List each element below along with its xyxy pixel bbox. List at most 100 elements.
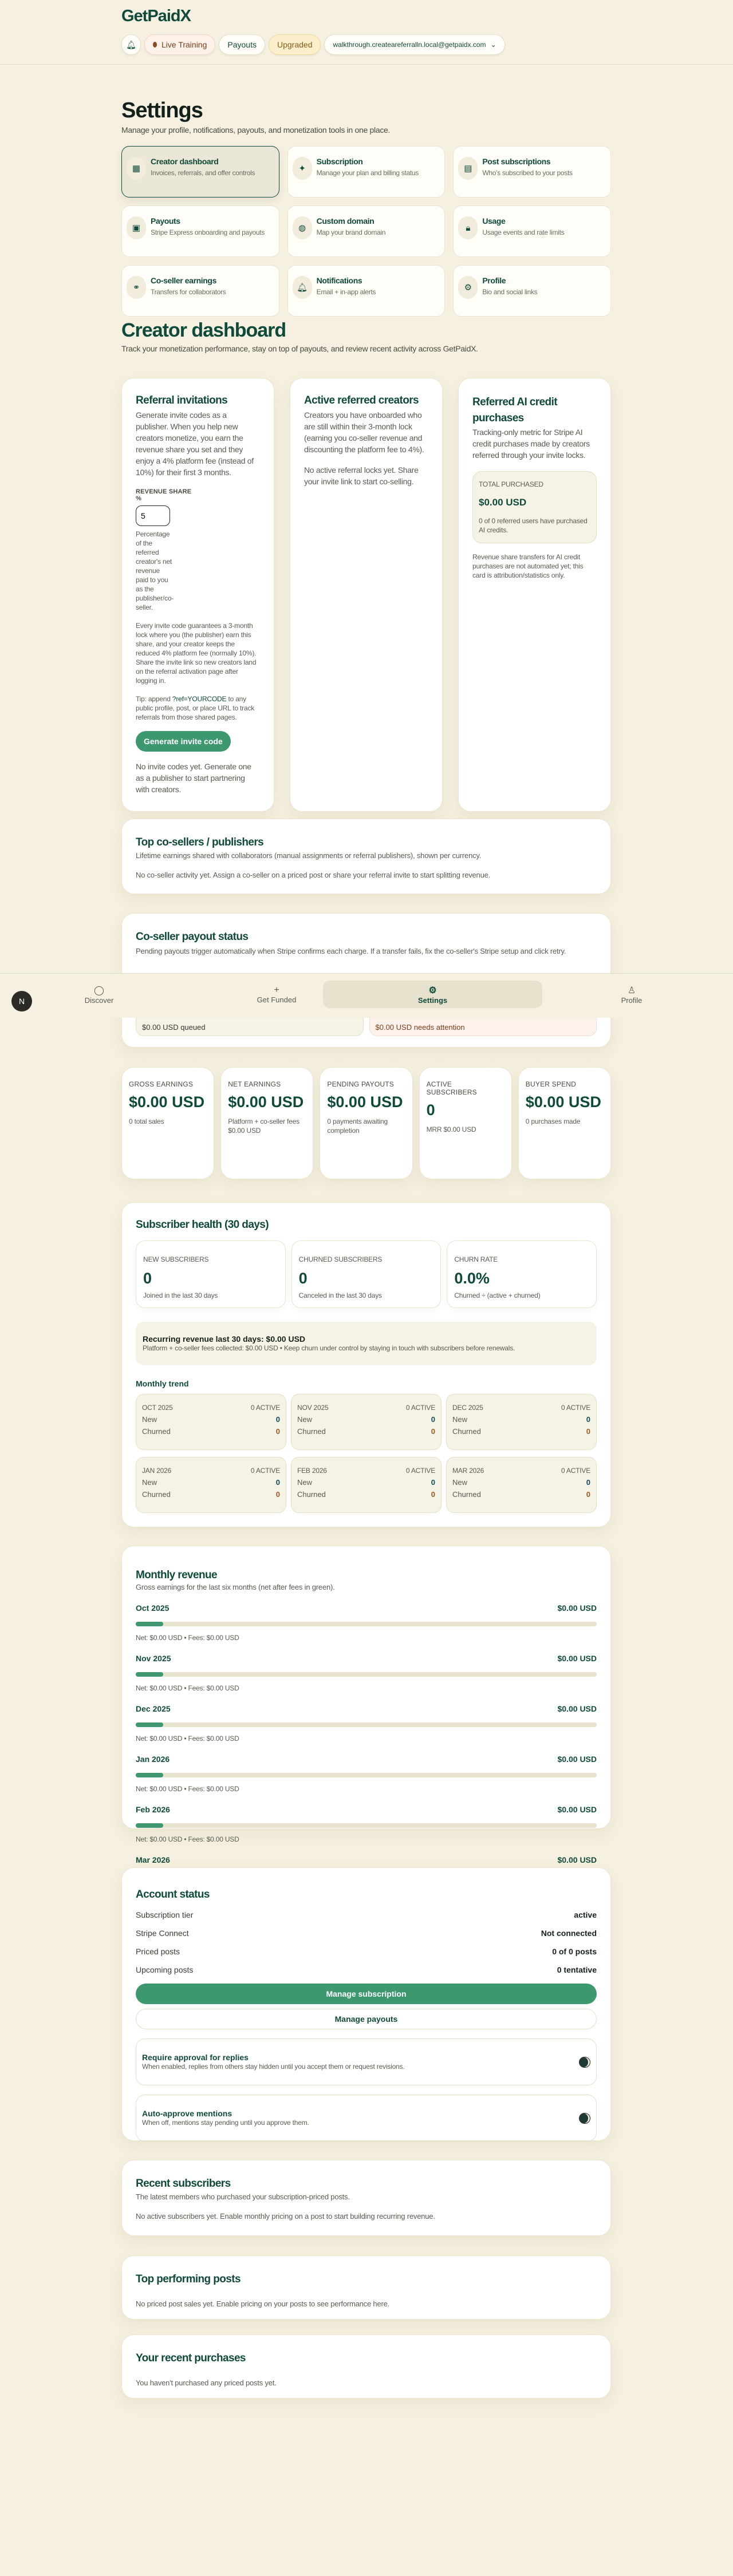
recent-subscribers-card: Recent subscribers The latest members wh…	[121, 2160, 611, 2236]
live-training-label: Live Training	[161, 40, 207, 49]
metric-label: CHURN RATE	[454, 1255, 498, 1263]
stat-note: MRR $0.00 USD	[426, 1125, 476, 1133]
dashboard-subtitle: Track your monetization performance, sta…	[121, 344, 478, 353]
notifications-button[interactable]: 🔔︎	[121, 34, 141, 55]
account-row: Stripe Connect Not connected	[136, 1929, 597, 1938]
settings-item-notifications[interactable]: 🔔︎ Notifications Email + in-app alerts	[287, 265, 446, 317]
stat-value: $0.00 USD	[129, 1093, 205, 1111]
new-label: New	[452, 1415, 468, 1424]
account-email: walkthrough.createareferralln.local@getp…	[333, 41, 486, 49]
settings-item-desc: Manage your plan and billing status	[316, 169, 419, 177]
revenue-share-label: REVENUE SHARE %	[136, 488, 192, 502]
settings-item-title: Usage	[482, 216, 506, 226]
queued-value: $0.00 USD queued	[142, 1023, 206, 1032]
recurring-note: Platform + co-seller fees collected: $0.…	[143, 1344, 515, 1352]
card-title: Recent subscribers	[136, 2178, 231, 2190]
metric-value: 0.0%	[454, 1270, 490, 1287]
chat-bubble-icon: ◯	[94, 985, 104, 995]
account-status-card: Account status Subscription tier active St…	[121, 1867, 611, 2142]
revenue-share-help: Percentage of the referred creator's net…	[136, 530, 174, 611]
active-referred-creators-card: Active referred creators Creators you ha…	[290, 378, 443, 812]
churned-value: 0	[586, 1427, 590, 1436]
payouts-button[interactable]: Payouts	[219, 34, 265, 55]
subscriber-health-card: Subscriber health (30 days) NEW SUBSCRIB…	[121, 1202, 611, 1527]
settings-item-custom-domain[interactable]: ◍ Custom domain Map your brand domain	[287, 206, 446, 257]
plan-badge[interactable]: Upgraded	[268, 34, 321, 55]
settings-item-creator-dashboard[interactable]: ▦ Creator dashboard Invoices, referrals, a…	[121, 146, 279, 197]
settings-item-usage[interactable]: 🔒︎ Usage Usage events and rate limits	[453, 206, 611, 257]
revenue-gross: $0.00 USD	[557, 1603, 597, 1613]
attention-value: $0.00 USD needs attention	[375, 1023, 465, 1032]
nav-settings[interactable]: ⚙ Settings	[323, 981, 542, 1008]
settings-section: Settings Manage your profile, notificati…	[121, 98, 611, 325]
settings-item-subscription[interactable]: ✦ Subscription Manage your plan and billin…	[287, 146, 446, 197]
month-trend-card: MAR 2026 0 ACTIVE New 0 Churned 0	[446, 1457, 597, 1513]
manage-payouts-button[interactable]: Manage payouts	[136, 2009, 597, 2029]
new-label: New	[297, 1478, 313, 1487]
card-title: Top performing posts	[136, 2273, 241, 2285]
settings-item-title: Subscription	[316, 157, 363, 166]
account-key: Subscription tier	[136, 1910, 194, 1919]
metric-label: CHURNED SUBSCRIBERS	[298, 1255, 383, 1263]
stat-label: PENDING PAYOUTS	[327, 1080, 394, 1088]
live-training-button[interactable]: Live Training	[144, 34, 216, 55]
header-divider	[0, 64, 733, 65]
new-label: New	[452, 1478, 468, 1487]
account-value: 0 of 0 posts	[552, 1947, 597, 1956]
active-count: 0 ACTIVE	[561, 1467, 590, 1475]
revenue-gross: $0.00 USD	[557, 1755, 597, 1764]
stat-label: ACTIVE SUBSCRIBERS	[426, 1080, 477, 1096]
toggle-switch[interactable]	[579, 2056, 590, 2068]
churned-label: Churned	[142, 1490, 171, 1499]
month-trend-card: NOV 2025 0 ACTIVE New 0 Churned 0	[291, 1394, 442, 1450]
manage-subscription-button[interactable]: Manage subscription	[136, 1984, 597, 2004]
toggle-switch[interactable]	[579, 2112, 590, 2124]
logo[interactable]: GetPaidX	[121, 7, 191, 26]
wallet-icon: ▣	[127, 216, 146, 239]
settings-item-desc: Map your brand domain	[316, 228, 386, 236]
nav-profile[interactable]: ♙ Profile	[544, 981, 719, 1008]
settings-item-desc: Who's subscribed to your posts	[482, 169, 573, 177]
top-cosellers-card: Top co-sellers / publishers Lifetime ear…	[121, 819, 611, 894]
generate-invite-code-button[interactable]: Generate invite code	[136, 731, 231, 752]
settings-item-payouts[interactable]: ▣ Payouts Stripe Express onboarding and pa…	[121, 206, 279, 257]
new-value: 0	[586, 1415, 590, 1424]
revenue-share-input[interactable]	[136, 505, 170, 526]
settings-item-co-seller-earnings[interactable]: ⚭ Co-seller earnings Transfers for collabo…	[121, 265, 279, 317]
settings-item-desc: Email + in-app alerts	[316, 288, 376, 296]
settings-item-post-subscriptions[interactable]: ▤ Post subscriptions Who's subscribed to y…	[453, 146, 611, 197]
gear-icon: ⚙	[428, 985, 437, 995]
revenue-bar-fill	[136, 1672, 164, 1677]
card-title: Monthly revenue	[136, 1569, 218, 1581]
revenue-gross: $0.00 USD	[557, 1855, 597, 1864]
account-value: Not connected	[541, 1929, 597, 1938]
monthly-trend-title: Monthly trend	[136, 1379, 189, 1388]
stat-note: 0 payments awaiting completion	[327, 1117, 388, 1135]
revenue-detail: Net: $0.00 USD • Fees: $0.00 USD	[136, 1634, 239, 1642]
ai-credit-purchases-card: Referred AI credit purchases Tracking-on…	[458, 378, 611, 812]
account-key: Stripe Connect	[136, 1929, 189, 1938]
stat-value: $0.00 USD	[525, 1093, 601, 1111]
card-desc: Lifetime earnings shared with collaborat…	[136, 851, 482, 860]
nav-label: Profile	[621, 995, 643, 1005]
empty-state: You haven't purchased any priced posts y…	[136, 2379, 277, 2387]
revenue-detail: Net: $0.00 USD • Fees: $0.00 USD	[136, 1785, 239, 1793]
page-subtitle: Manage your profile, notifications, payo…	[121, 125, 391, 135]
stat-value: $0.00 USD	[327, 1093, 403, 1111]
toggle-row: Require approval for replies When enabled…	[136, 2038, 597, 2085]
settings-item-title: Post subscriptions	[482, 157, 551, 166]
active-count: 0 ACTIVE	[405, 1404, 435, 1412]
settings-item-desc: Bio and social links	[482, 288, 538, 296]
empty-state: No invite codes yet. Generate one as a p…	[136, 762, 251, 794]
revenue-month: Dec 2025	[136, 1704, 171, 1713]
nav-discover[interactable]: ◯ Discover	[11, 981, 187, 1008]
recurring-revenue-box: Recurring revenue last 30 days: $0.00 US…	[136, 1322, 597, 1365]
card-desc: Tracking-only metric for Stripe AI credi…	[472, 428, 590, 460]
revenue-row: Jan 2026 $0.00 USD Net: $0.00 USD • Fees: …	[136, 1755, 597, 1793]
account-menu[interactable]: walkthrough.createareferralln.local@getp…	[324, 34, 505, 55]
empty-state: No active subscribers yet. Enable monthl…	[136, 2212, 435, 2221]
card-title: Referred AI credit purchases	[472, 396, 558, 424]
month-trend-card: FEB 2026 0 ACTIVE New 0 Churned 0	[291, 1457, 442, 1513]
settings-item-title: Co-seller earnings	[151, 276, 216, 285]
settings-item-profile[interactable]: ⚙ Profile Bio and social links	[453, 265, 611, 317]
